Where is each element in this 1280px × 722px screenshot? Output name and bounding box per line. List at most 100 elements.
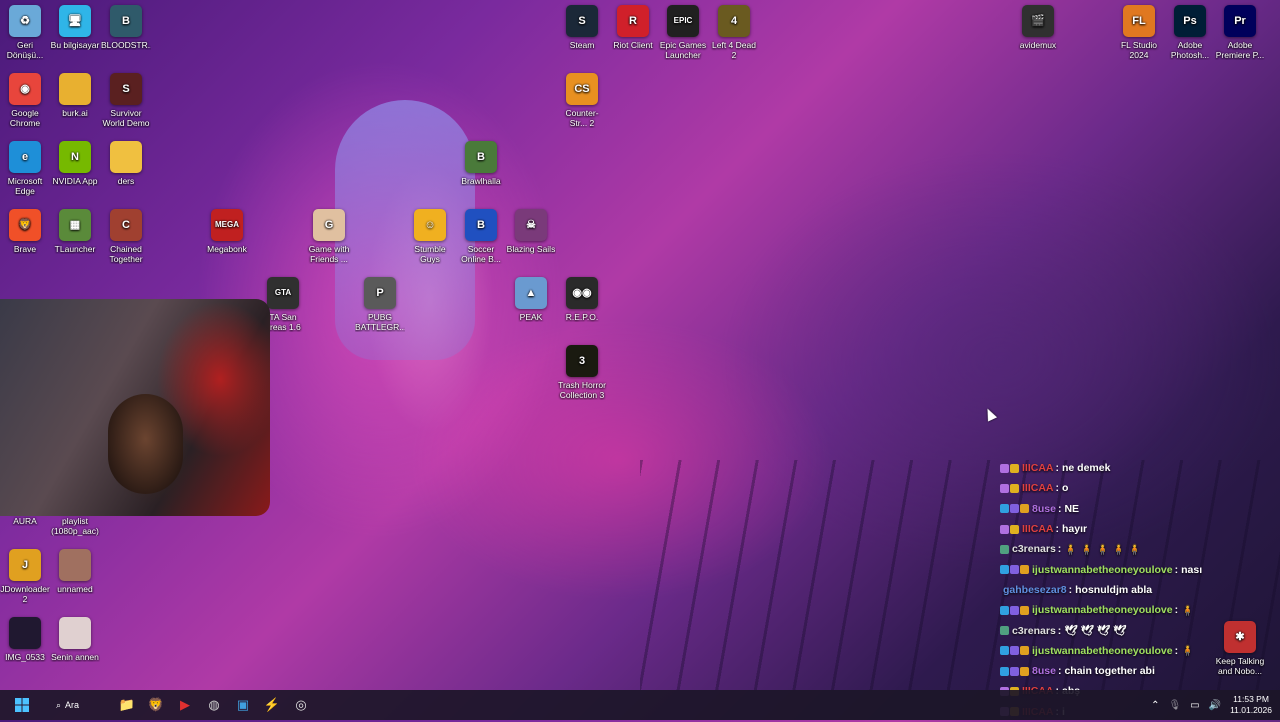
chat-text: hayır: [1062, 523, 1088, 536]
chat-separator: :: [1055, 523, 1060, 536]
edge-icon: e: [9, 141, 41, 173]
chat-username: 8use: [1032, 665, 1056, 678]
desktop-icon[interactable]: N NVIDIA App: [50, 141, 100, 186]
taskbar-app-app[interactable]: ⚡: [258, 691, 286, 719]
badge-icon: [1010, 666, 1019, 676]
desktop-icon[interactable]: B BLOODSTR...: [101, 5, 151, 50]
desktop-icon[interactable]: IMG_0533: [0, 617, 50, 662]
desktop-icon[interactable]: 🖥 Bu bilgisayar: [50, 5, 100, 50]
desktop-icon-label: Steam: [569, 40, 595, 50]
desktop-icon[interactable]: 4 Left 4 Dead 2: [709, 5, 759, 60]
desktop-icon[interactable]: S Survivor World Demo: [101, 73, 151, 128]
desktop-icon[interactable]: ◉◉ R.E.P.O.: [557, 277, 607, 322]
desktop-icon[interactable]: burk.ai: [50, 73, 100, 118]
desktop-icon[interactable]: EPIC Epic Games Launcher: [658, 5, 708, 60]
chat-message: gahbesezar8: hosnuldjm abla: [1000, 580, 1270, 600]
desktop-icon[interactable]: R Riot Client: [608, 5, 658, 50]
desktop-icon[interactable]: CS Counter-Str... 2: [557, 73, 607, 128]
desktop-icon[interactable]: S Steam: [557, 5, 607, 50]
chained-together-icon: C: [110, 209, 142, 241]
network-icon[interactable]: ▭: [1190, 700, 1199, 711]
skull-icon: ☠: [515, 209, 547, 241]
desktop-icon[interactable]: Senin annen: [50, 617, 100, 662]
desktop-icon[interactable]: 🎬 avidemux: [1013, 5, 1063, 50]
desktop-icon-label: burk.ai: [62, 108, 88, 118]
repo-icon: ◉◉: [566, 277, 598, 309]
badge-icon: [1010, 483, 1019, 493]
desktop-icon-label: Senin annen: [51, 652, 99, 662]
taskbar-app-photos[interactable]: ▣: [229, 691, 257, 719]
desktop-icon[interactable]: ▲ PEAK: [506, 277, 556, 322]
taskbar-search[interactable]: ⌕ Ara: [42, 694, 112, 716]
desktop-icon[interactable]: Ps Adobe Photosh...: [1165, 5, 1215, 60]
desktop-icon[interactable]: ◉ Google Chrome: [0, 73, 50, 128]
riot-client-icon: R: [617, 5, 649, 37]
search-icon: ⌕: [56, 699, 62, 710]
start-button[interactable]: [8, 691, 36, 719]
windows-icon: [15, 698, 29, 712]
desktop-icon[interactable]: C Chained Together: [101, 209, 151, 264]
chat-separator: :: [1174, 604, 1179, 617]
chat-message: c3renars: 🕊 🕊 🕊 🕊: [1000, 620, 1270, 640]
desktop-icon[interactable]: Pr Adobe Premiere P...: [1215, 5, 1265, 60]
desktop-icon-label: Adobe Premiere P...: [1215, 40, 1265, 60]
chat-separator: :: [1068, 583, 1073, 596]
megabonk-icon: MEGA: [211, 209, 243, 241]
desktop-icon[interactable]: ♻ Geri Dönüşü...: [0, 5, 50, 60]
chat-separator: :: [1174, 644, 1179, 657]
desktop-icon[interactable]: e Microsoft Edge: [0, 141, 50, 196]
taskbar-app-brave[interactable]: 🦁: [142, 691, 170, 719]
taskbar-app-media-player[interactable]: ▶: [171, 691, 199, 719]
chat-separator: :: [1057, 543, 1062, 556]
chat-message: ijustwannabetheoneyoulove: 🧍: [1000, 600, 1270, 620]
clock-time: 11:53 PM: [1233, 694, 1269, 704]
taskbar-app-file-explorer[interactable]: 📁: [113, 691, 141, 719]
badge-icon: [1000, 504, 1009, 514]
desktop-icon-label: AURA: [13, 516, 37, 526]
speaker-icon[interactable]: 🔊: [1209, 700, 1221, 711]
desktop-icon[interactable]: FL FL Studio 2024: [1114, 5, 1164, 60]
chat-username: 8use: [1032, 502, 1056, 515]
chat-badges: [1000, 504, 1029, 514]
brave-icon: 🦁: [147, 697, 165, 712]
desktop-icon[interactable]: ☺ Stumble Guys: [405, 209, 455, 264]
desktop-icon[interactable]: MEGA Megabonk: [202, 209, 252, 254]
chat-overlay: IIICAA: ne demek IIICAA: o 8use: NE IIICAA: hay…: [1000, 458, 1270, 722]
premiere-icon: Pr: [1224, 5, 1256, 37]
chat-text: 🕊 🕊 🕊 🕊: [1064, 625, 1127, 638]
badge-icon: [1000, 605, 1009, 615]
chat-text: 🧍 🧍 🧍 🧍 🧍: [1064, 543, 1142, 556]
desktop-icon[interactable]: B Brawlhalla: [456, 141, 506, 186]
lightning-icon: ⚡: [263, 697, 281, 712]
chat-text: hosnuldjm abla: [1075, 583, 1153, 596]
chat-message: ijustwannabetheoneyoulove: 🧍: [1000, 641, 1270, 661]
desktop-icon[interactable]: ders: [101, 141, 151, 186]
chat-username: IIICAA: [1022, 482, 1054, 495]
soccer-online-icon: B: [465, 209, 497, 241]
desktop-icon[interactable]: ▦ TLauncher: [50, 209, 100, 254]
badge-icon: [1010, 504, 1019, 514]
desktop-icon[interactable]: 🦁 Brave: [0, 209, 50, 254]
desktop-icon-label: Adobe Photosh...: [1170, 40, 1210, 60]
chat-separator: :: [1174, 563, 1179, 576]
desktop-icon[interactable]: unnamed: [50, 549, 100, 594]
chat-separator: :: [1057, 624, 1062, 637]
folder-icon: [59, 73, 91, 105]
chat-text: nası: [1181, 563, 1203, 576]
taskbar-app-game-launcher[interactable]: ◎: [287, 691, 315, 719]
folder-icon: [110, 141, 142, 173]
microphone-icon[interactable]: 🎙: [1168, 700, 1181, 711]
desktop-icon[interactable]: ☠ Blazing Sails: [506, 209, 556, 254]
folder-icon: 📁: [118, 697, 136, 712]
desktop-icon-label: Blazing Sails: [506, 244, 556, 254]
clock[interactable]: 11:53 PM 11.01.2026: [1230, 694, 1272, 716]
desktop-icon[interactable]: P PUBG BATTLEGR...: [355, 277, 405, 332]
desktop-icon[interactable]: J JDownloader 2: [0, 549, 50, 604]
desktop-icon[interactable]: B Soccer Online B...: [456, 209, 506, 264]
desktop-icon[interactable]: 3 Trash Horror Collection 3: [557, 345, 607, 400]
chevron-up-icon[interactable]: ⌃: [1151, 700, 1159, 711]
desktop-icon[interactable]: G Game with Friends ...: [304, 209, 354, 264]
obs-icon: ◍: [208, 697, 220, 712]
desktop-icon-label: Megabonk: [207, 244, 247, 254]
taskbar-app-obs[interactable]: ◍: [200, 691, 228, 719]
